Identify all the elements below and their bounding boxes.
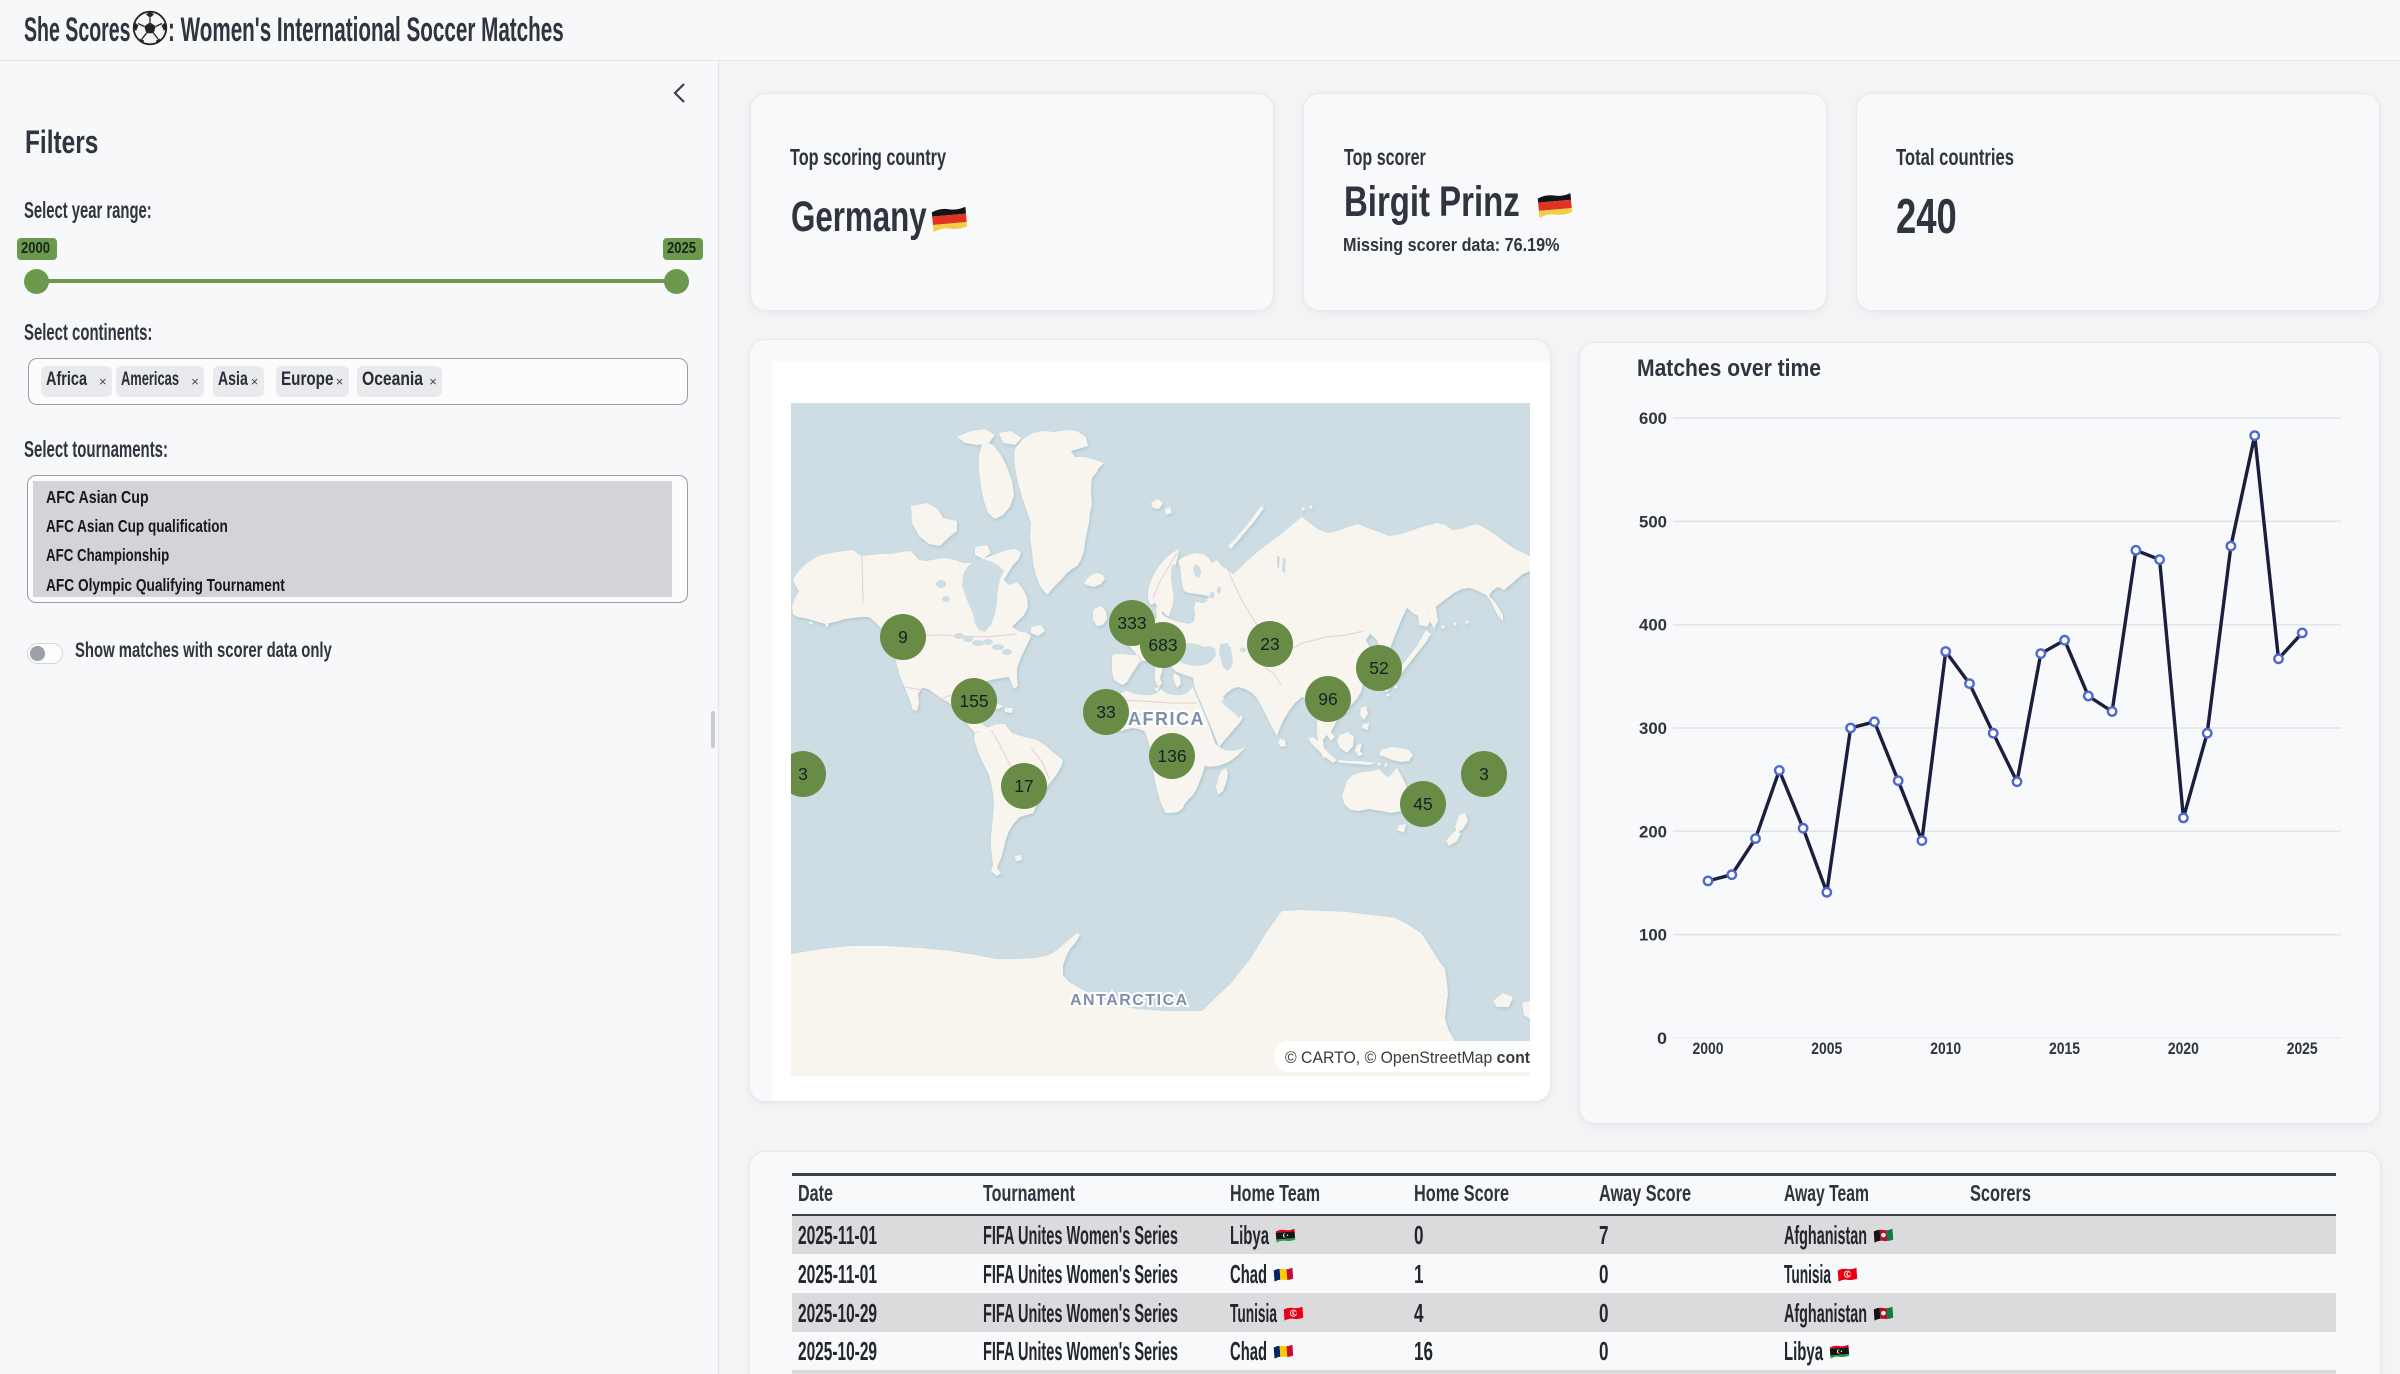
svg-text:2015: 2015 xyxy=(2049,1039,2080,1058)
svg-text:100: 100 xyxy=(1639,926,1667,945)
svg-text:2025: 2025 xyxy=(2287,1039,2318,1058)
svg-text:333: 333 xyxy=(1117,613,1146,633)
svg-text:400: 400 xyxy=(1639,616,1667,635)
svg-text:96: 96 xyxy=(1318,689,1337,709)
svg-text:200: 200 xyxy=(1639,822,1667,841)
svg-text:0: 0 xyxy=(1657,1029,1667,1048)
svg-text:9: 9 xyxy=(898,627,908,647)
svg-text:45: 45 xyxy=(1413,794,1432,814)
svg-text:155: 155 xyxy=(959,691,988,711)
svg-text:17: 17 xyxy=(1014,776,1033,796)
svg-text:683: 683 xyxy=(1148,635,1177,655)
svg-text:3: 3 xyxy=(798,764,808,784)
svg-text:2000: 2000 xyxy=(1693,1039,1724,1058)
svg-text:AFRICA: AFRICA xyxy=(1128,709,1205,729)
svg-text:600: 600 xyxy=(1639,409,1667,428)
svg-text:136: 136 xyxy=(1157,746,1186,766)
svg-text:52: 52 xyxy=(1369,658,1388,678)
svg-text:33: 33 xyxy=(1096,702,1115,722)
svg-text:23: 23 xyxy=(1260,634,1279,654)
svg-text:2010: 2010 xyxy=(1930,1039,1961,1058)
svg-text:ANTARCTICA: ANTARCTICA xyxy=(1070,992,1189,1009)
svg-text:2020: 2020 xyxy=(2168,1039,2199,1058)
svg-text:3: 3 xyxy=(1479,764,1489,784)
svg-text:300: 300 xyxy=(1639,719,1667,738)
svg-text:2005: 2005 xyxy=(1811,1039,1842,1058)
svg-text:500: 500 xyxy=(1639,512,1667,531)
